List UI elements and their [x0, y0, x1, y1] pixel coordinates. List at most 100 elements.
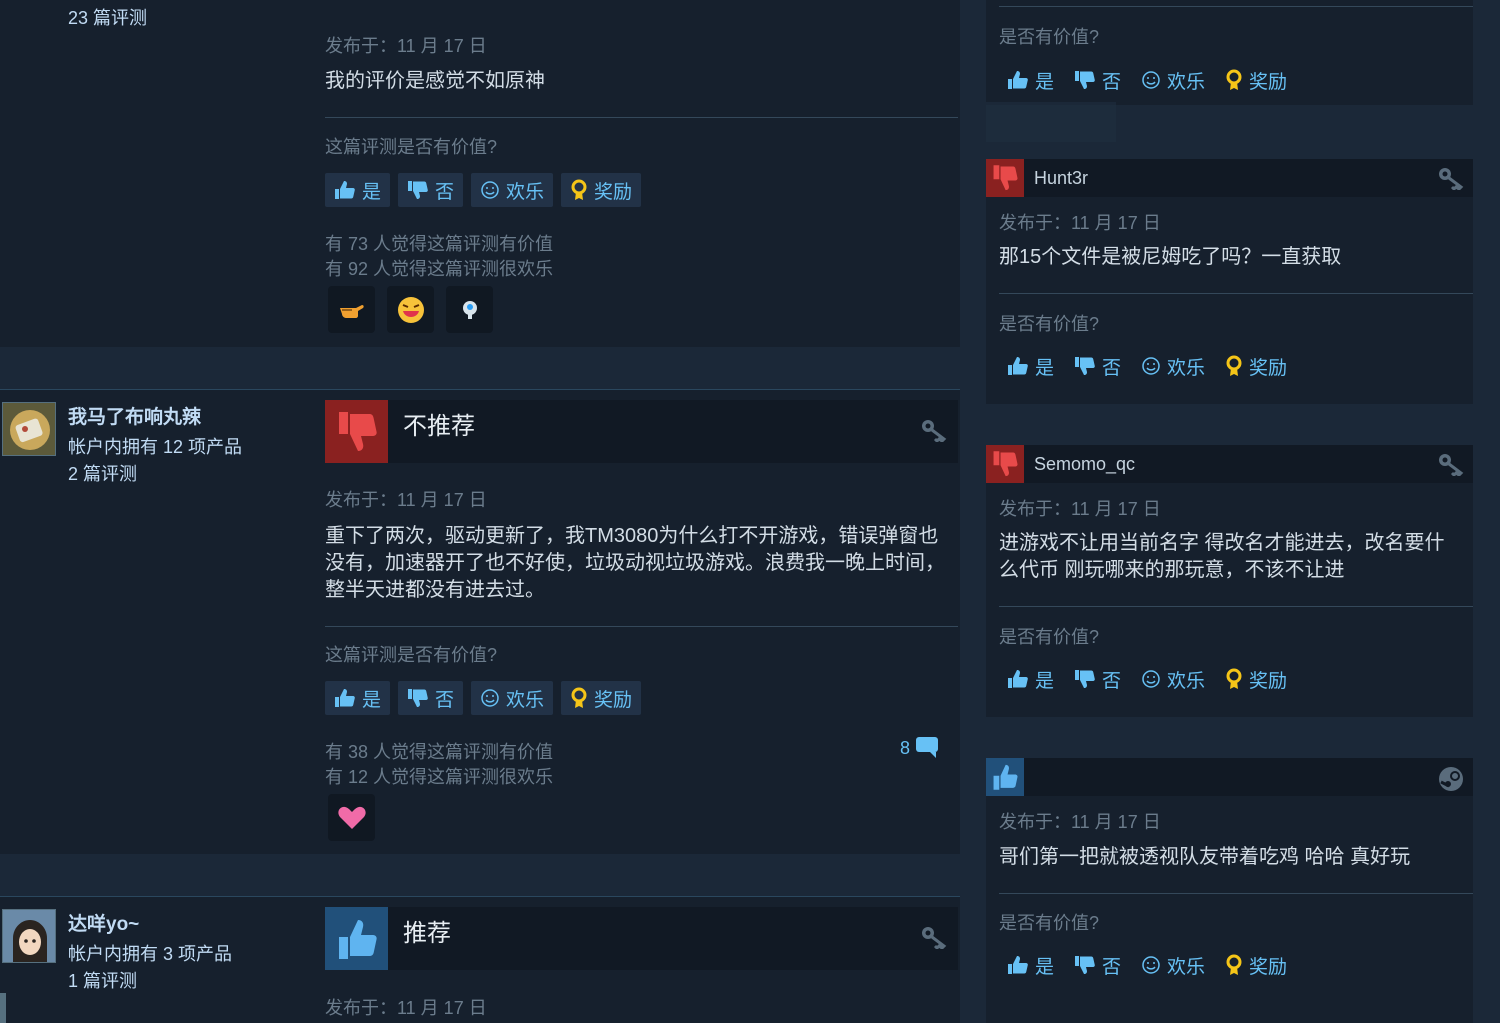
helpful-question: 是否有价值? — [999, 314, 1100, 334]
review-card: Hunt3r 发布于：11 月 17 日 那15个文件是被尼姆吃了吗？一直获取 … — [986, 159, 1473, 404]
vote-funny-label: 欢乐 — [1167, 670, 1206, 692]
vote-no-button[interactable]: 否 — [1066, 63, 1129, 97]
award-button[interactable]: 奖励 — [1217, 662, 1295, 696]
key-icon — [920, 418, 948, 447]
key-icon — [1437, 452, 1465, 481]
vote-yes-button[interactable]: 是 — [325, 173, 391, 207]
review-card-header[interactable]: Hunt3r — [986, 159, 1473, 197]
divider — [999, 293, 1473, 294]
recommendation-header[interactable]: 不推荐 — [325, 400, 958, 463]
vote-no-label: 否 — [1102, 71, 1122, 93]
award-button[interactable]: 奖励 — [1217, 349, 1295, 383]
steam-icon — [1437, 765, 1465, 798]
award-label: 奖励 — [594, 689, 633, 711]
vote-funny-button[interactable]: 欢乐 — [471, 173, 554, 207]
vote-funny-button[interactable]: 欢乐 — [1133, 948, 1213, 982]
vote-no-button[interactable]: 否 — [398, 681, 464, 715]
award-icon — [571, 687, 587, 708]
review-text: 我的评价是感觉不如原神 — [325, 70, 545, 92]
thumbs-up-icon — [1008, 71, 1028, 89]
review-card-header[interactable]: Semomo_qc — [986, 445, 1473, 483]
smiley-icon — [481, 181, 499, 199]
award-label: 奖励 — [1249, 670, 1288, 692]
review-card: Semomo_qc 发布于：11 月 17 日 进游戏不让用当前名字 得改名才能… — [986, 445, 1473, 717]
vote-no-button[interactable]: 否 — [398, 173, 464, 207]
thumbs-down-icon — [408, 689, 428, 707]
thumbs-down-icon — [986, 159, 1024, 197]
smiley-icon — [1142, 357, 1160, 375]
vote-funny-button[interactable]: 欢乐 — [471, 681, 554, 715]
helpful-question: 是否有价值? — [999, 27, 1100, 47]
avatar[interactable] — [2, 909, 56, 963]
vote-funny-button[interactable]: 欢乐 — [1133, 63, 1213, 97]
thumbs-down-icon — [325, 400, 388, 463]
divider — [999, 6, 1473, 7]
vote-controls: 是 否 欢乐 奖励 — [325, 681, 642, 715]
vote-funny-label: 欢乐 — [1167, 956, 1206, 978]
post-date: 发布于：11 月 17 日 — [999, 213, 1161, 233]
vote-yes-button[interactable]: 是 — [999, 349, 1062, 383]
award-icon — [1226, 668, 1242, 689]
comment-count-link[interactable]: 8 — [900, 735, 942, 761]
divider — [325, 117, 958, 118]
divider — [999, 893, 1473, 894]
key-icon — [1437, 166, 1465, 195]
funny-count: 有 92 人觉得这篇评测很欢乐 — [325, 259, 554, 279]
vote-funny-button[interactable]: 欢乐 — [1133, 662, 1213, 696]
award-button[interactable]: 奖励 — [1217, 948, 1295, 982]
thumbs-up-icon — [986, 758, 1024, 796]
vote-controls: 是 否 欢乐 奖励 — [999, 948, 1295, 982]
vote-funny-button[interactable]: 欢乐 — [1133, 349, 1213, 383]
award-icon — [571, 179, 587, 200]
author-name[interactable]: 达咩yo~ — [68, 909, 139, 936]
laughing-face-icon[interactable] — [387, 286, 434, 333]
thumbs-down-icon — [986, 445, 1024, 483]
award-button[interactable]: 奖励 — [561, 681, 642, 715]
vote-yes-label: 是 — [362, 181, 382, 203]
author-review-count[interactable]: 2 篇评测 — [68, 460, 137, 486]
helpful-count: 有 73 人觉得这篇评测有价值 — [325, 234, 554, 254]
review-card-header[interactable] — [986, 758, 1473, 796]
smiley-icon — [1142, 956, 1160, 974]
vote-yes-button[interactable]: 是 — [325, 681, 391, 715]
pointing-hand-icon[interactable] — [328, 286, 375, 333]
vote-yes-button[interactable]: 是 — [999, 63, 1062, 97]
review-text: 进游戏不让用当前名字 得改名才能进去，改名要什么代币 刚玩哪来的那玩意，不该不让… — [999, 532, 1445, 581]
thumbs-up-icon — [325, 907, 388, 970]
mind-blown-icon[interactable] — [446, 286, 493, 333]
vote-yes-label: 是 — [1035, 670, 1055, 692]
award-button[interactable]: 奖励 — [561, 173, 642, 207]
heart-icon[interactable] — [328, 794, 375, 841]
author-name[interactable]: 我马了布响丸辣 — [68, 402, 201, 429]
review-card: 我马了布响丸辣 帐户内拥有 12 项产品 2 篇评测 不推荐 发布于：11 月 … — [0, 389, 960, 854]
author-review-count[interactable]: 23 篇评测 — [68, 4, 147, 30]
vote-yes-button[interactable]: 是 — [999, 948, 1062, 982]
review-card: 发布于：11 月 17 日 哥们第一把就被透视队友带着吃鸡 哈哈 真好玩 是否有… — [986, 758, 1473, 1023]
vote-no-button[interactable]: 否 — [1066, 349, 1129, 383]
vote-yes-button[interactable]: 是 — [999, 662, 1062, 696]
steam-reviews-page: 23 篇评测 发布于：11 月 17 日 我的评价是感觉不如原神 这篇评测是否有… — [0, 0, 1500, 1023]
author-product-count[interactable]: 帐户内拥有 3 项产品 — [68, 940, 232, 966]
award-label: 奖励 — [1249, 357, 1288, 379]
vote-no-button[interactable]: 否 — [1066, 948, 1129, 982]
author-review-count[interactable]: 1 篇评测 — [68, 967, 137, 993]
vote-yes-label: 是 — [1035, 71, 1055, 93]
avatar-edge — [0, 993, 6, 1023]
helpful-question: 这篇评测是否有价值? — [325, 137, 498, 157]
recommendation-header[interactable]: 推荐 — [325, 907, 958, 970]
side-review-column: 是否有价值? 是 否 欢乐 奖励 Hunt3r 发布于：11 月 17 日 那1… — [960, 0, 1500, 1023]
review-text: 重下了两次，驱动更新了，我TM3080为什么打不开游戏，错误弹窗也没有，加速器开… — [325, 525, 945, 601]
vote-controls: 是 否 欢乐 奖励 — [999, 349, 1295, 383]
key-icon — [920, 925, 948, 954]
author-name[interactable]: Semomo_qc — [1034, 454, 1135, 475]
author-name[interactable]: Hunt3r — [1034, 168, 1088, 189]
avatar[interactable] — [2, 402, 56, 456]
author-product-count[interactable]: 帐户内拥有 12 项产品 — [68, 433, 242, 459]
smiley-icon — [1142, 670, 1160, 688]
thumbs-down-icon — [408, 181, 428, 199]
vote-no-button[interactable]: 否 — [1066, 662, 1129, 696]
award-list — [328, 794, 375, 841]
vote-controls: 是 否 欢乐 奖励 — [999, 63, 1295, 97]
award-button[interactable]: 奖励 — [1217, 63, 1295, 97]
thumbs-down-icon — [1075, 956, 1095, 974]
